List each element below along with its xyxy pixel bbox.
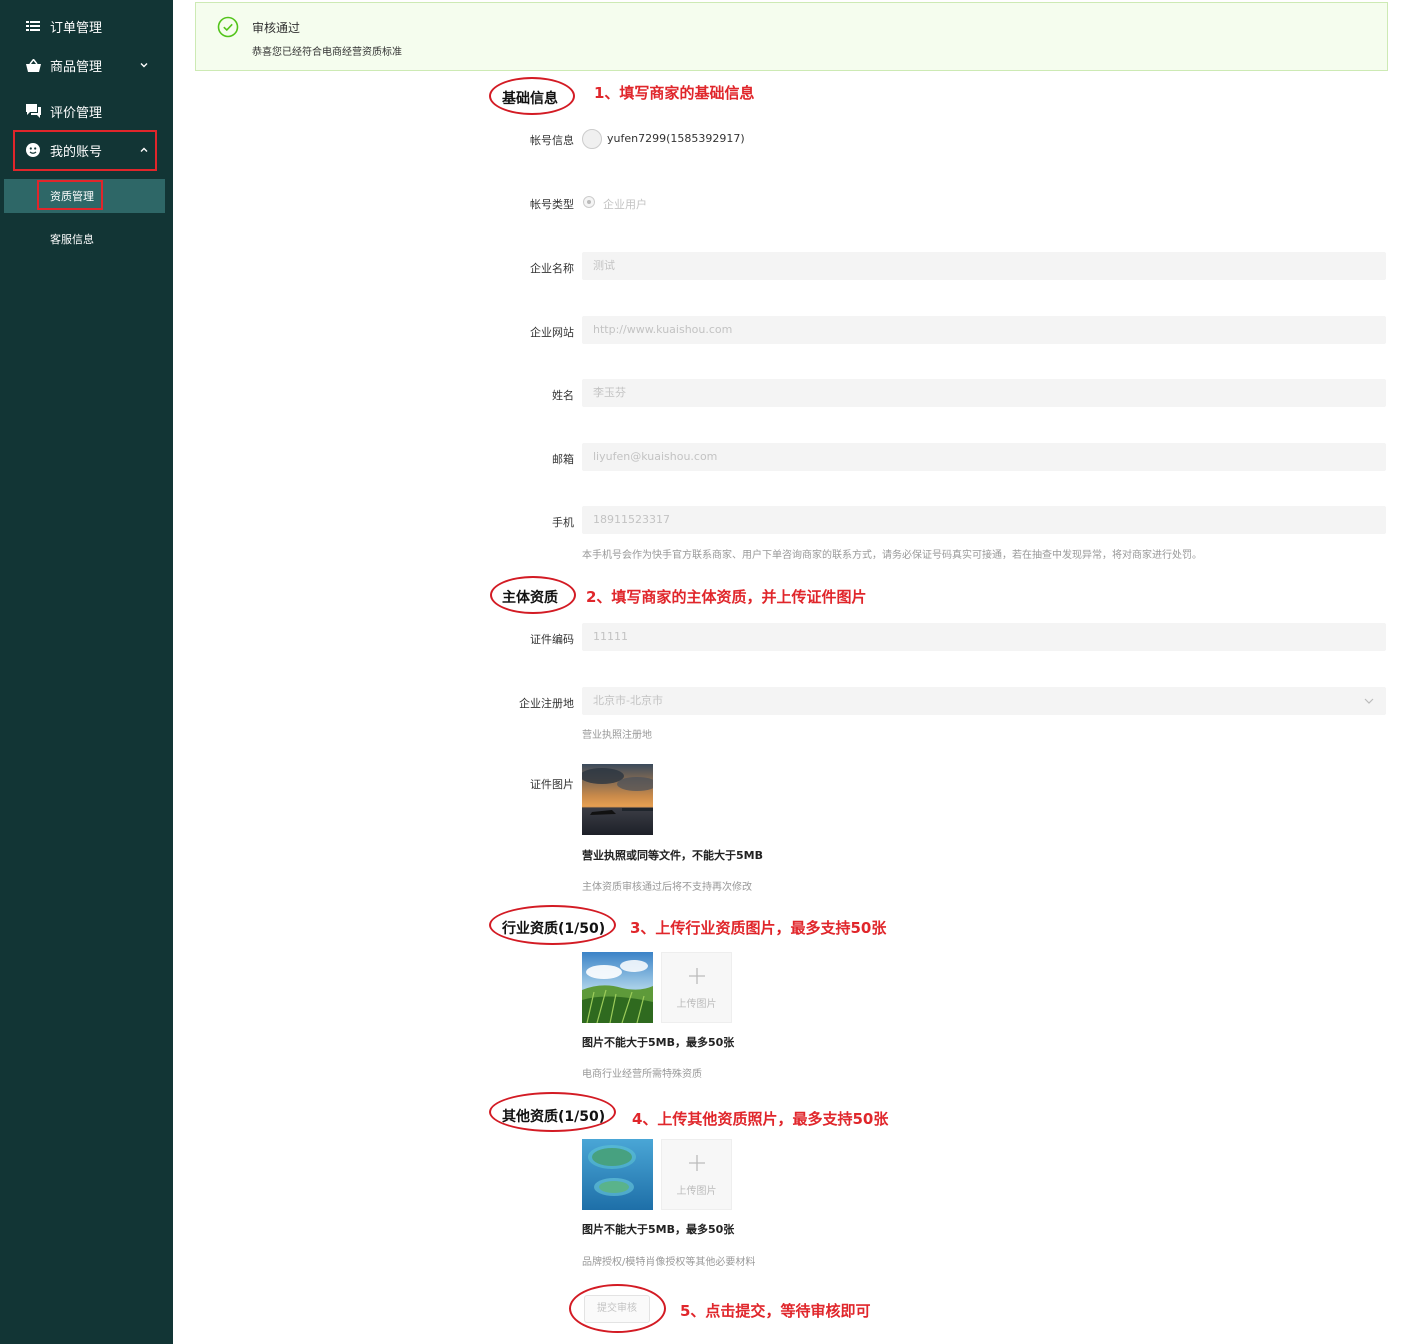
name-field[interactable]: 李玉芬 — [582, 379, 1386, 407]
industry-image-thumbnail[interactable] — [582, 952, 653, 1023]
check-circle-icon — [217, 16, 239, 38]
sidebar-subitem-customer-service[interactable]: 客服信息 — [0, 222, 173, 256]
cert-img-note-bold: 营业执照或同等文件，不能大于5MB — [582, 849, 763, 862]
chevron-down-icon — [140, 63, 148, 68]
sidebar-item-label: 商品管理 — [50, 59, 103, 75]
other-note-bold: 图片不能大于5MB，最多50张 — [582, 1223, 735, 1236]
account-info-value: yufen7299(1585392917) — [607, 132, 745, 145]
upload-label: 上传图片 — [676, 999, 717, 1010]
plus-icon — [689, 1155, 705, 1171]
company-name-label: 企业名称 — [530, 262, 574, 275]
annotation-step-5: 5、点击提交，等待审核即可 — [680, 1302, 871, 1320]
email-label: 邮箱 — [552, 453, 574, 466]
sidebar: 订单管理 商品管理 评价管理 我的账号 资质管理 客服信息 — [0, 0, 173, 1344]
account-type-radio[interactable] — [583, 196, 595, 208]
account-type-label: 帐号类型 — [530, 198, 574, 211]
cert-no-field[interactable]: 11111 — [582, 623, 1386, 651]
industry-note-bold: 图片不能大于5MB，最多50张 — [582, 1036, 735, 1049]
cert-image-thumbnail[interactable] — [582, 764, 653, 835]
annotation-step-1: 1、填写商家的基础信息 — [594, 84, 755, 102]
list-icon — [25, 18, 41, 34]
cert-img-label: 证件图片 — [530, 778, 574, 791]
reg-place-select[interactable]: 北京市-北京市 — [582, 687, 1386, 715]
alert-title: 审核通过 — [252, 21, 301, 35]
company-site-field[interactable]: http://www.kuaishou.com — [582, 316, 1386, 344]
other-image-thumbnail[interactable] — [582, 1139, 653, 1210]
phone-label: 手机 — [552, 516, 574, 529]
cert-no-label: 证件编码 — [530, 633, 574, 646]
avatar — [582, 129, 602, 149]
reg-place-note: 营业执照注册地 — [582, 730, 652, 741]
submit-review-button[interactable]: 提交审核 — [584, 1295, 650, 1323]
annotation-step-2: 2、填写商家的主体资质，并上传证件图片 — [586, 588, 867, 606]
section-title-other: 其他资质(1/50) — [502, 1109, 606, 1125]
section-title-subject: 主体资质 — [502, 590, 558, 606]
company-name-field[interactable]: 测试 — [582, 252, 1386, 280]
account-type-value: 企业用户 — [603, 198, 647, 211]
upload-label: 上传图片 — [676, 1186, 717, 1197]
reg-place-label: 企业注册地 — [519, 697, 574, 710]
alert-description: 恭喜您已经符合电商经营资质标准 — [252, 47, 402, 58]
account-info-label: 帐号信息 — [530, 134, 574, 147]
industry-upload-button[interactable]: 上传图片 — [661, 952, 732, 1023]
sidebar-item-products[interactable]: 商品管理 — [0, 47, 173, 83]
section-title-basic: 基础信息 — [502, 91, 558, 107]
sidebar-item-label: 评价管理 — [50, 105, 103, 121]
industry-note: 电商行业经营所需特殊资质 — [582, 1069, 702, 1080]
cert-img-note: 主体资质审核通过后将不支持再次修改 — [582, 882, 752, 893]
sidebar-subitem-label: 客服信息 — [50, 233, 94, 246]
plus-icon — [689, 968, 705, 984]
other-note: 品牌授权/模特肖像授权等其他必要材料 — [582, 1257, 756, 1268]
success-alert: 审核通过 恭喜您已经符合电商经营资质标准 — [195, 2, 1388, 71]
section-title-industry: 行业资质(1/50) — [502, 921, 606, 937]
sidebar-item-label: 订单管理 — [50, 20, 103, 36]
highlight-box — [37, 180, 103, 210]
sidebar-item-reviews[interactable]: 评价管理 — [0, 93, 173, 129]
basket-icon — [25, 57, 41, 73]
name-label: 姓名 — [552, 389, 574, 402]
comment-icon — [25, 103, 41, 119]
phone-field[interactable]: 18911523317 — [582, 506, 1386, 534]
company-site-label: 企业网站 — [530, 326, 574, 339]
sidebar-item-orders[interactable]: 订单管理 — [0, 8, 173, 44]
annotation-step-3: 3、上传行业资质图片，最多支持50张 — [630, 919, 887, 937]
phone-note: 本手机号会作为快手官方联系商家、用户下单咨询商家的联系方式，请务必保证号码真实可… — [582, 550, 1202, 561]
chevron-down-icon — [1364, 698, 1374, 704]
email-field[interactable]: liyufen@kuaishou.com — [582, 443, 1386, 471]
other-upload-button[interactable]: 上传图片 — [661, 1139, 732, 1210]
annotation-step-4: 4、上传其他资质照片，最多支持50张 — [632, 1110, 889, 1128]
highlight-box — [13, 130, 157, 171]
